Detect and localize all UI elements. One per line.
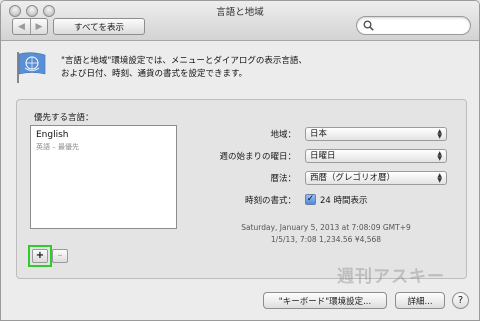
forward-button[interactable]: ▶ [29,19,47,34]
region-select[interactable]: 日本 ▲ ▼ [305,127,447,141]
search-icon [363,20,374,31]
language-subtitle: 英語 – 最優先 [36,143,79,151]
calendar-select[interactable]: 西暦（グレゴリオ暦） ▲ ▼ [305,171,447,185]
calendar-value: 西暦（グレゴリオ暦） [310,173,396,183]
language-list[interactable]: English 英語 – 最優先 [30,125,177,229]
preferred-languages-label: 優先する言語： [34,113,94,123]
search-input[interactable] [356,16,471,35]
description-line-1: "言語と地域"環境設定では、メニューとダイアログの表示言語、 [61,56,307,66]
add-language-button[interactable]: + [32,249,48,263]
region-value: 日本 [310,129,328,139]
language-name: English [36,130,69,140]
description-line-2: および日付、時刻、通貨の書式を設定できます。 [61,69,248,79]
back-button[interactable]: ◀ [13,19,30,34]
updown-arrow-icon: ▲ ▼ [437,128,442,140]
updown-arrow-icon: ▲ ▼ [437,150,442,162]
24-hour-checkbox[interactable]: ✓ [305,194,316,205]
help-button[interactable]: ? [452,292,469,309]
watermark-logo: 週刊アスキー [337,267,445,287]
show-all-button[interactable]: すべてを表示 [53,18,145,35]
number-example: 1/5/13, 7:08 1,234.56 ¥4,568 [270,235,382,244]
keyboard-preferences-button[interactable]: "キーボード"環境設定... [263,292,387,309]
calendar-label: 暦法： [270,174,296,184]
updown-arrow-icon: ▲ ▼ [437,172,442,184]
24-hour-label: 24 時間表示 [320,196,368,206]
week-start-label: 週の始まりの曜日： [219,152,296,162]
time-format-label: 時刻の書式： [244,196,296,206]
united-nations-flag-icon [17,52,46,83]
title-bar: 言語と地域 ◀ ▶ すべてを表示 [1,1,479,41]
week-start-select[interactable]: 日曜日 ▲ ▼ [305,149,447,163]
description-text: "言語と地域"環境設定では、メニューとダイアログの表示言語、 および日付、時刻、… [61,55,461,81]
date-example: Saturday, January 5, 2013 at 7:08:09 GMT… [241,223,411,232]
remove-language-button[interactable]: – [52,249,68,263]
preferences-window: 言語と地域 ◀ ▶ すべてを表示 "言語と地域"環境設定では、メニューとダイアロ… [0,0,480,321]
week-start-value: 日曜日 [310,151,336,161]
forward-arrow-icon: ▶ [35,21,43,32]
region-label: 地域： [270,130,296,140]
navigation-group: ◀ ▶ [12,18,48,35]
back-arrow-icon: ◀ [18,21,25,32]
checkmark-icon: ✓ [306,194,315,204]
advanced-button[interactable]: 詳細... [395,292,445,309]
